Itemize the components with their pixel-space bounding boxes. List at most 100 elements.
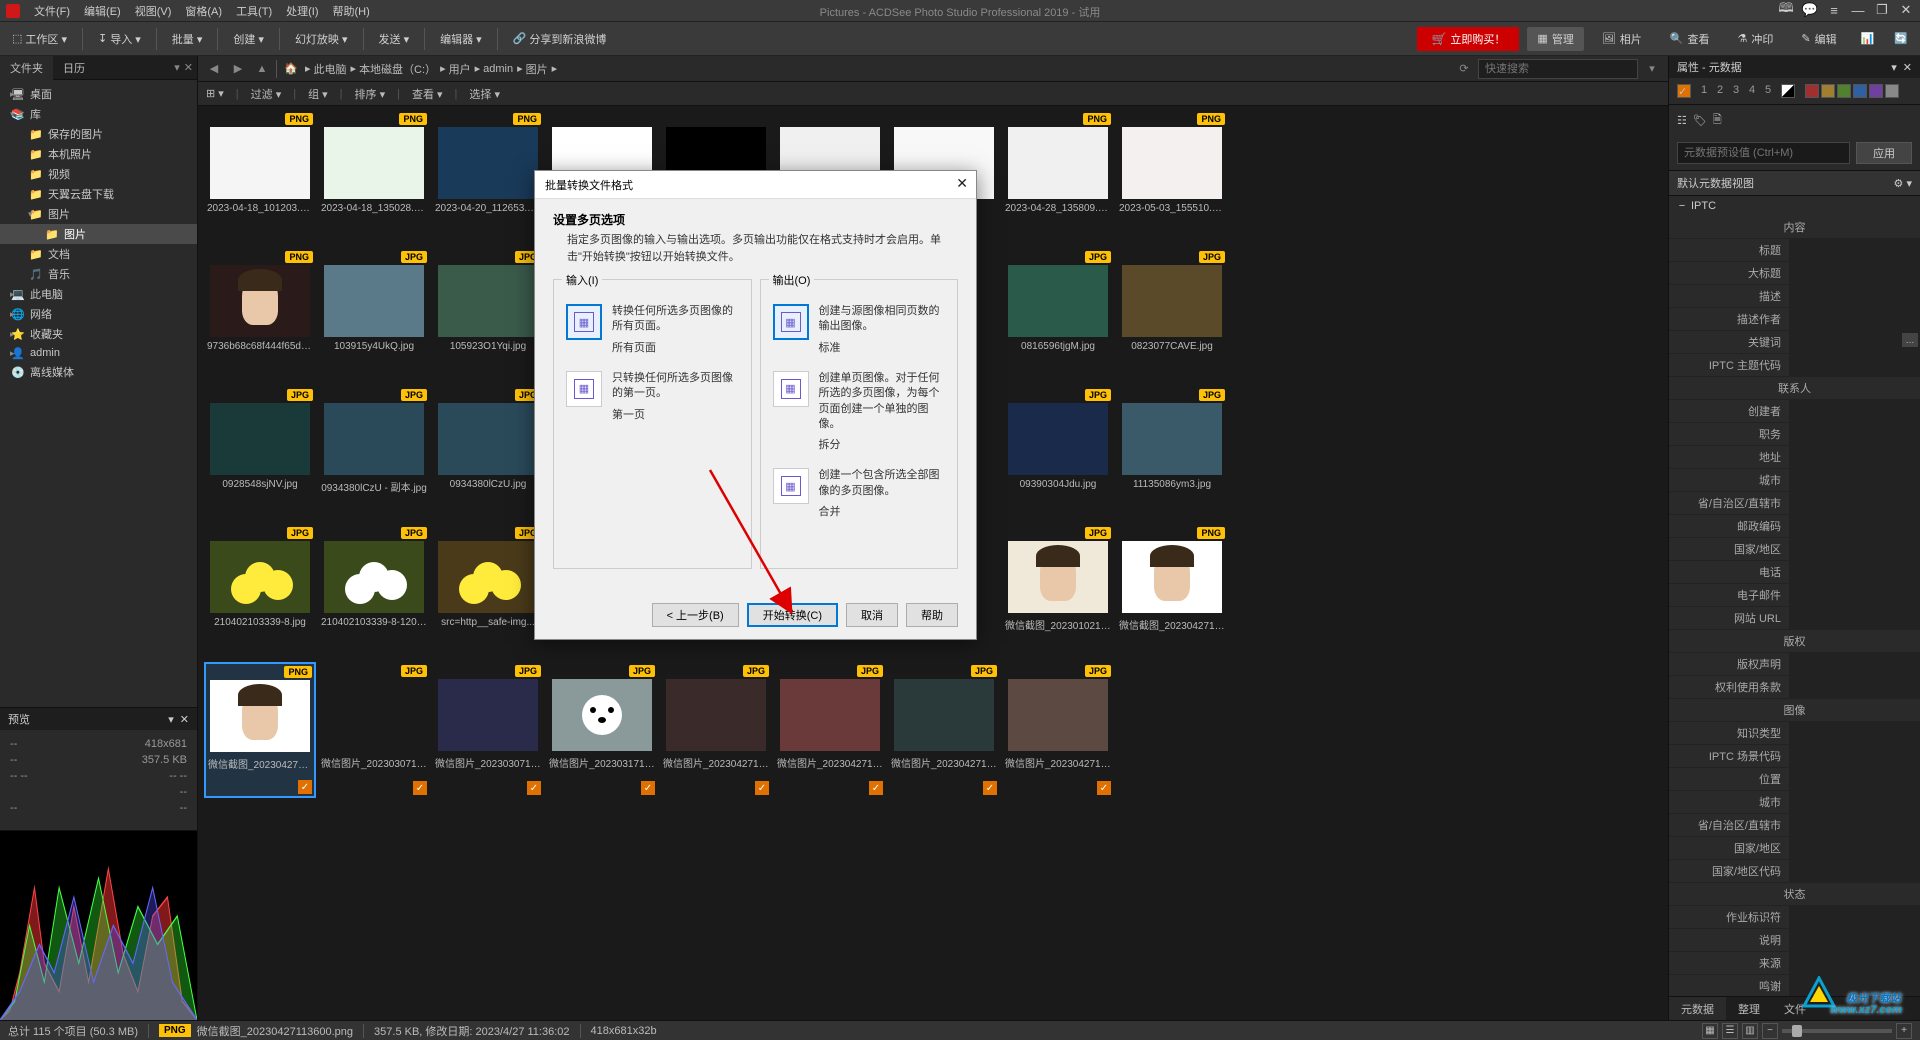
meta-value[interactable] bbox=[1790, 308, 1920, 331]
metadata-file-icon[interactable]: 🗎 bbox=[1713, 111, 1722, 130]
thumbnail[interactable]: JPG微信图片_20230317105...✓ bbox=[546, 662, 658, 798]
meta-value[interactable] bbox=[1790, 561, 1920, 584]
meta-value[interactable] bbox=[1790, 607, 1920, 630]
meta-value[interactable] bbox=[1790, 929, 1920, 952]
thumbnail[interactable]: JPG105923O1Yqi.jpg bbox=[432, 248, 544, 384]
menu-process[interactable]: 处理(I) bbox=[286, 3, 318, 19]
tree-item[interactable]: ▸🌐网络 bbox=[0, 304, 197, 324]
thumbnail[interactable]: JPGsrc=http__safe-img... bbox=[432, 524, 544, 660]
status-list-icon[interactable]: ☰ bbox=[1722, 1023, 1738, 1039]
search-options-icon[interactable]: ▾ bbox=[1642, 59, 1662, 79]
meta-value[interactable] bbox=[1790, 354, 1920, 377]
meta-value[interactable] bbox=[1790, 745, 1920, 768]
properties-menu-icon[interactable]: ▾ bbox=[1891, 61, 1897, 74]
meta-value[interactable] bbox=[1790, 515, 1920, 538]
metadata-view-label[interactable]: 默认元数据视图⚙ ▾ bbox=[1669, 170, 1920, 196]
metadata-icon[interactable]: ☷ bbox=[1677, 114, 1687, 127]
meta-value[interactable] bbox=[1790, 469, 1920, 492]
toolbar-editor[interactable]: 编辑器 ▾ bbox=[434, 27, 488, 51]
toolbar-send[interactable]: 发送 ▾ bbox=[373, 27, 416, 51]
meta-value[interactable] bbox=[1790, 906, 1920, 929]
dialog-option[interactable]: ▦创建单页图像。对于任何所选的多页图像，为每个页面创建一个单独的图像。拆分 bbox=[773, 371, 946, 453]
folder-tree[interactable]: ▸🖥桌面▾📚库📁保存的图片📁本机照片📁视频📁天翼云盘下载▾📁图片📁图片📁文档🎵音… bbox=[0, 80, 197, 707]
dialog-cancel-button[interactable]: 取消 bbox=[846, 603, 898, 627]
menu-help[interactable]: 帮助(H) bbox=[333, 3, 370, 19]
meta-value[interactable] bbox=[1790, 492, 1920, 515]
meta-value[interactable] bbox=[1790, 722, 1920, 745]
thumbnail[interactable]: JPG0928548sjNV.jpg bbox=[204, 386, 316, 522]
tree-item[interactable]: ▸🖥桌面 bbox=[0, 84, 197, 104]
nav-up-icon[interactable]: ▲ bbox=[252, 59, 272, 79]
menu-view[interactable]: 视图(V) bbox=[135, 3, 172, 19]
thumbnail[interactable]: JPG微信图片_20230307153...✓ bbox=[318, 662, 430, 798]
thumbnail[interactable]: JPG微信图片_20230307153...✓ bbox=[432, 662, 544, 798]
thumbnail[interactable]: JPG0823077CAVE.jpg bbox=[1116, 248, 1228, 384]
tree-item[interactable]: 📁视频 bbox=[0, 164, 197, 184]
thumbnail[interactable]: JPG103915y4UkQ.jpg bbox=[318, 248, 430, 384]
toolbar-create[interactable]: 创建 ▾ bbox=[227, 27, 270, 51]
meta-value[interactable] bbox=[1790, 400, 1920, 423]
status-thumb-icon[interactable]: ▥ bbox=[1742, 1023, 1758, 1039]
thumbnail[interactable]: JPG微信图片_20230427125...✓ bbox=[1002, 662, 1114, 798]
apply-button[interactable]: 应用 bbox=[1856, 142, 1912, 164]
meta-value[interactable] bbox=[1790, 262, 1920, 285]
dialog-option[interactable]: ▦转换任何所选多页图像的所有页面。所有页面 bbox=[566, 304, 739, 355]
nav-forward-icon[interactable]: ▶ bbox=[228, 59, 248, 79]
menu-edit[interactable]: 编辑(E) bbox=[84, 3, 121, 19]
close-icon[interactable]: ✕ bbox=[1896, 2, 1916, 18]
mode-sync-icon[interactable]: 🔄 bbox=[1888, 28, 1914, 49]
metadata-tag-icon[interactable]: 🏷 bbox=[1693, 114, 1707, 127]
tree-item[interactable]: ▸⭐收藏夹 bbox=[0, 324, 197, 344]
tab-metadata[interactable]: 元数据 bbox=[1669, 997, 1726, 1020]
tree-item[interactable]: 📁本机照片 bbox=[0, 144, 197, 164]
toolbar-batch[interactable]: 批量 ▾ bbox=[166, 27, 209, 51]
thumbnail[interactable]: JPG09390304Jdu.jpg bbox=[1002, 386, 1114, 522]
color-label-row[interactable]: ✓ 1 2 3 4 5 bbox=[1669, 78, 1920, 105]
status-zoom-in-icon[interactable]: + bbox=[1896, 1023, 1912, 1039]
mode-photo[interactable]: 🖼 相片 bbox=[1592, 27, 1652, 51]
maximize-icon[interactable]: ❐ bbox=[1872, 2, 1892, 18]
tree-item[interactable]: 💿离线媒体 bbox=[0, 362, 197, 382]
tree-item[interactable]: ▸💻此电脑 bbox=[0, 284, 197, 304]
meta-value[interactable] bbox=[1790, 584, 1920, 607]
toolbar-import[interactable]: ↧ 导入 ▾ bbox=[92, 27, 147, 51]
tab-close-icon[interactable]: ✕ bbox=[184, 61, 193, 74]
toolbar-weibo[interactable]: 🔗 分享到新浪微博 bbox=[507, 27, 613, 51]
thumbnail[interactable]: PNG微信截图_20230427104... bbox=[1116, 524, 1228, 660]
thumbnail[interactable]: JPG11135086ym3.jpg bbox=[1116, 386, 1228, 522]
meta-value[interactable] bbox=[1790, 791, 1920, 814]
tree-item[interactable]: ▾📚库 bbox=[0, 104, 197, 124]
meta-value[interactable] bbox=[1790, 446, 1920, 469]
select-dropdown[interactable]: 选择 ▾ bbox=[469, 86, 500, 102]
nav-back-icon[interactable]: ◀ bbox=[204, 59, 224, 79]
mode-edit[interactable]: ✎ 编辑 bbox=[1791, 27, 1846, 51]
filter-dropdown[interactable]: 过滤 ▾ bbox=[251, 86, 282, 102]
meta-value[interactable] bbox=[1790, 239, 1920, 262]
view-dropdown[interactable]: 查看 ▾ bbox=[412, 86, 443, 102]
thumbnail[interactable]: JPG微信图片_20230427125...✓ bbox=[660, 662, 772, 798]
meta-value[interactable] bbox=[1790, 676, 1920, 699]
thumbnail[interactable]: PNG2023-05-03_155510.png bbox=[1116, 110, 1228, 246]
thumbnail[interactable]: JPG0816596tjgM.jpg bbox=[1002, 248, 1114, 384]
toolbar-workspace[interactable]: ⬚ 工作区 ▾ bbox=[6, 27, 73, 51]
tree-item[interactable]: ▸👤admin bbox=[0, 344, 197, 362]
meta-value[interactable] bbox=[1790, 653, 1920, 676]
thumbnail[interactable]: PNG2023-04-18_135028.png bbox=[318, 110, 430, 246]
dialog-option[interactable]: ▦只转换任何所选多页图像的第一页。第一页 bbox=[566, 371, 739, 422]
tree-item[interactable]: 📁图片 bbox=[0, 224, 197, 244]
tree-item[interactable]: 📁天翼云盘下载 bbox=[0, 184, 197, 204]
menu-pane[interactable]: 窗格(A) bbox=[185, 3, 222, 19]
nav-refresh-icon[interactable]: ⟳ bbox=[1454, 59, 1474, 79]
nav-home-icon[interactable]: 🏠 bbox=[281, 59, 301, 79]
toolbar-slideshow[interactable]: 幻灯放映 ▾ bbox=[289, 27, 354, 51]
dialog-prev-button[interactable]: < 上一步(B) bbox=[652, 603, 739, 627]
minimize-icon[interactable]: — bbox=[1848, 2, 1868, 18]
menu-tools[interactable]: 工具(T) bbox=[236, 3, 272, 19]
meta-value[interactable] bbox=[1790, 768, 1920, 791]
buy-now-button[interactable]: 🛒 立即购买！ bbox=[1417, 27, 1519, 51]
thumbnail[interactable]: JPG0934380lCzU - 副本.jpg bbox=[318, 386, 430, 522]
tree-item[interactable]: 📁文档 bbox=[0, 244, 197, 264]
menu-file[interactable]: 文件(F) bbox=[34, 3, 70, 19]
group-dropdown[interactable]: 组 ▾ bbox=[308, 86, 328, 102]
tree-item[interactable]: 📁保存的图片 bbox=[0, 124, 197, 144]
